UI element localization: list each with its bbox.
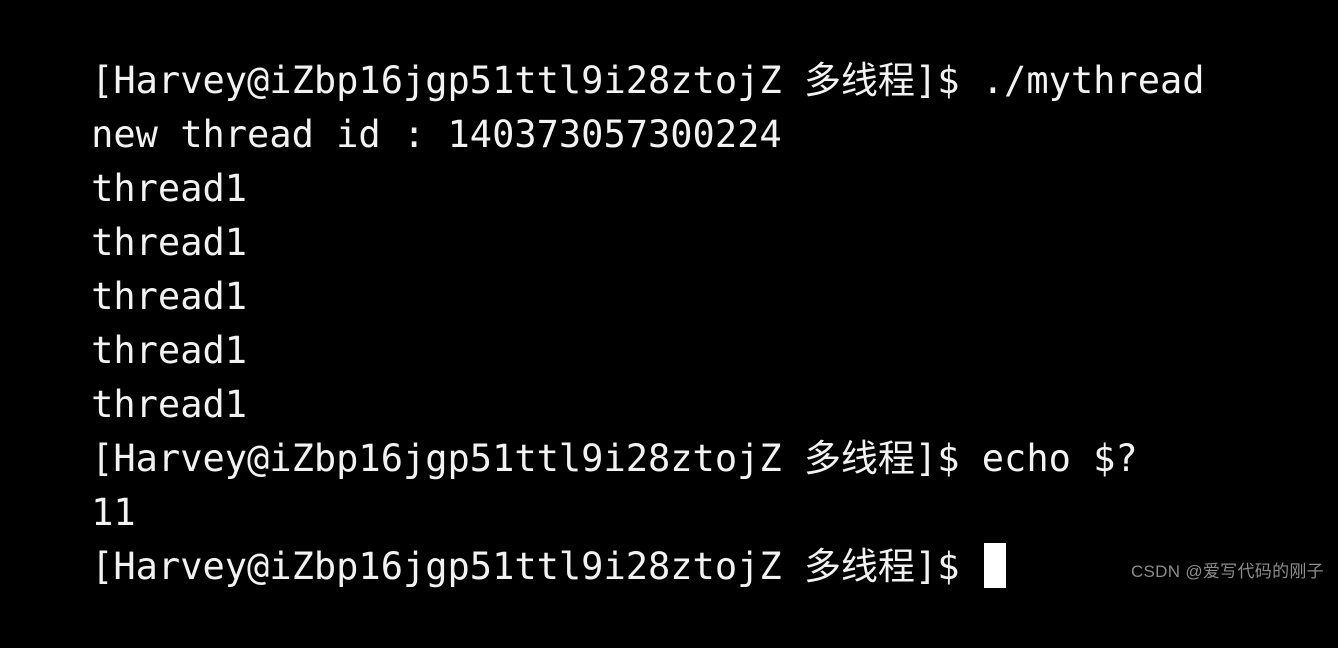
- output-text: thread1: [91, 167, 248, 210]
- terminal-line-active[interactable]: [Harvey@iZbp16jgp51ttl9i28ztojZ 多线程]$: [0, 486, 1338, 588]
- terminal-screen[interactable]: [Harvey@iZbp16jgp51ttl9i28ztojZ 多线程]$ ./…: [0, 0, 1338, 592]
- output-text: thread1: [91, 221, 248, 264]
- output-text: new thread id : 140373057300224: [91, 113, 782, 156]
- shell-prompt: [Harvey@iZbp16jgp51ttl9i28ztojZ 多线程]$: [91, 545, 982, 588]
- shell-prompt: [Harvey@iZbp16jgp51ttl9i28ztojZ 多线程]$: [91, 437, 982, 480]
- shell-command: ./mythread: [981, 59, 1205, 102]
- shell-command: echo $?: [981, 437, 1138, 480]
- shell-prompt: [Harvey@iZbp16jgp51ttl9i28ztojZ 多线程]$: [91, 59, 982, 102]
- output-text: thread1: [91, 275, 248, 318]
- output-text: thread1: [91, 383, 248, 426]
- terminal-line: [Harvey@iZbp16jgp51ttl9i28ztojZ 多线程]$ ./…: [0, 0, 1338, 102]
- text-cursor[interactable]: [983, 543, 1006, 588]
- exit-code-output: 11: [91, 491, 136, 534]
- output-text: thread1: [91, 329, 248, 372]
- csdn-watermark: CSDN @爱写代码的刚子: [1130, 562, 1324, 581]
